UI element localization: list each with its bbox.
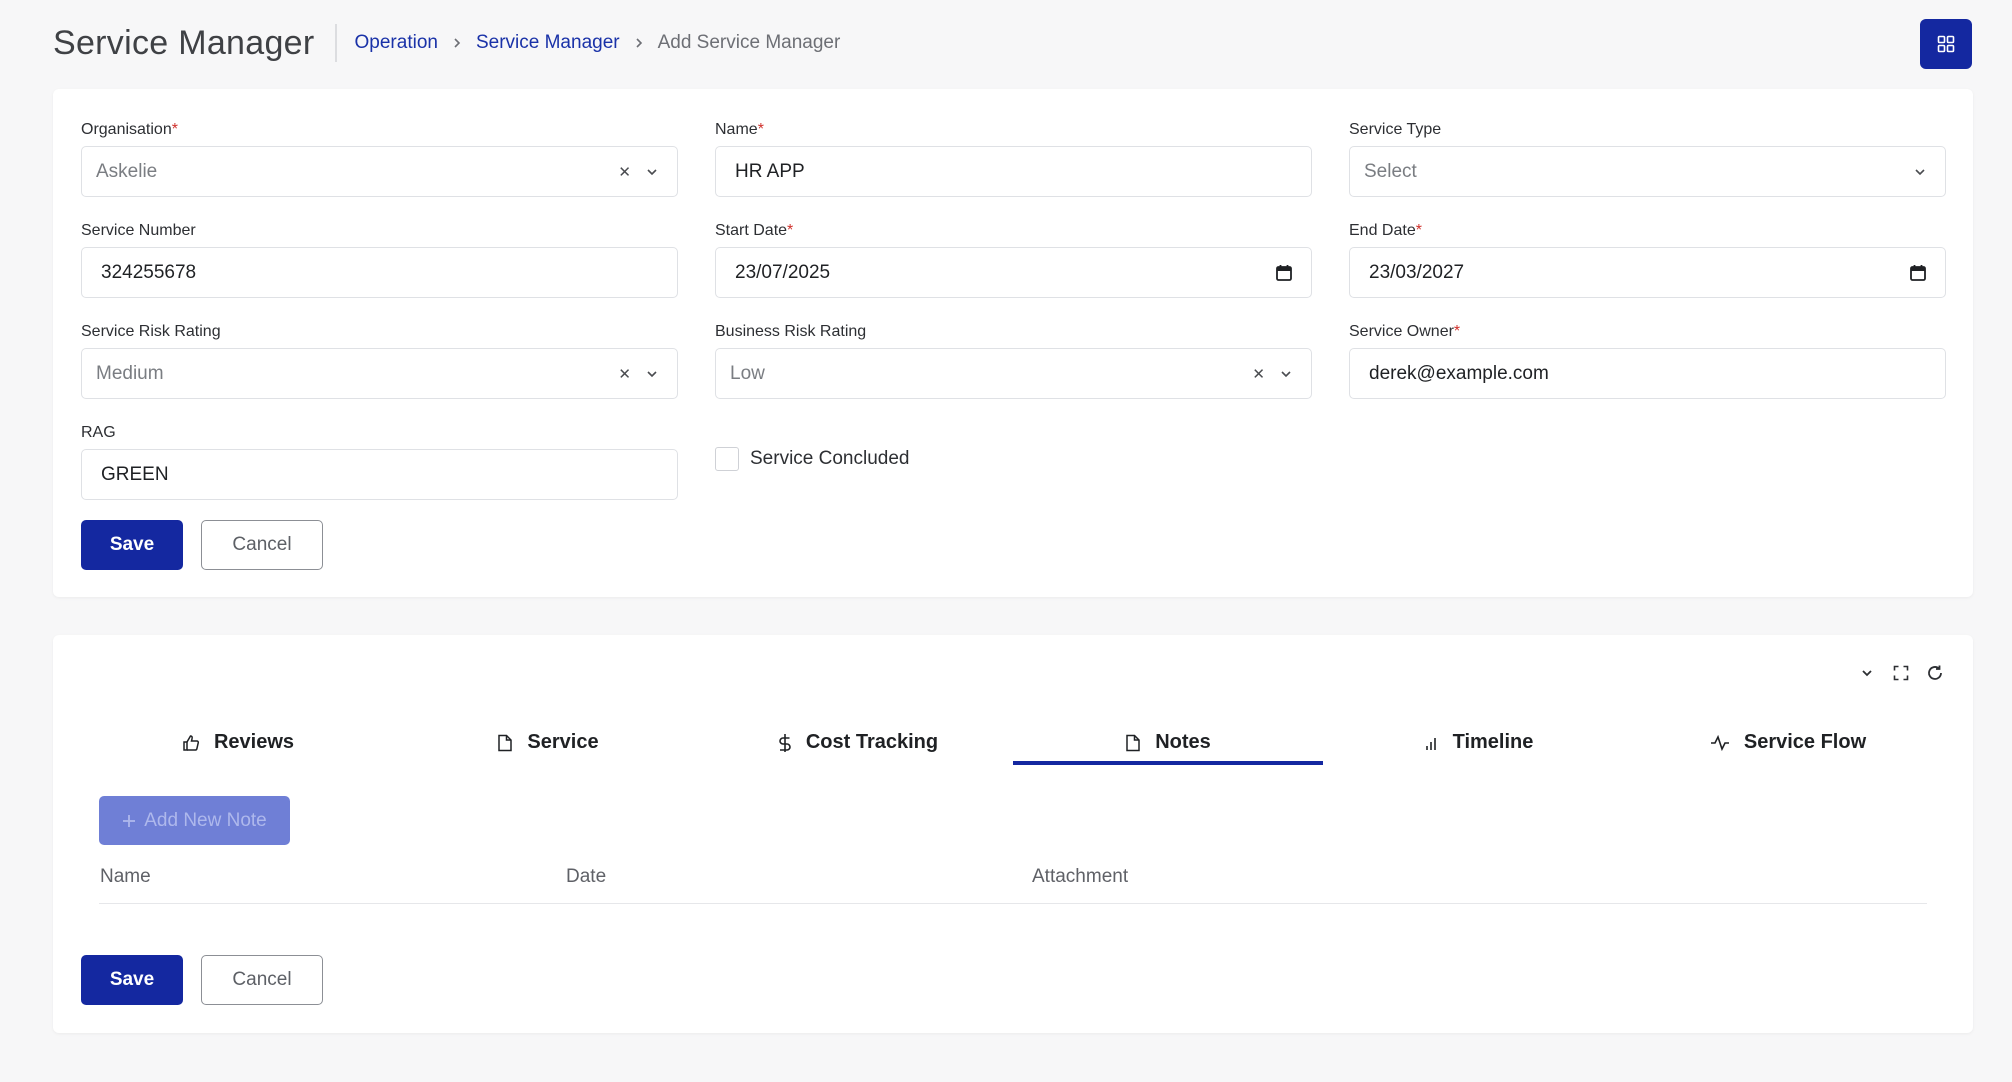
clear-icon[interactable]: ✕ xyxy=(618,365,631,383)
activity-icon xyxy=(1710,734,1729,751)
thumbs-up-icon xyxy=(183,734,199,751)
start-date-value: 23/07/2025 xyxy=(735,261,831,283)
chevron-down-icon xyxy=(1281,370,1291,377)
service-concluded-checkbox[interactable] xyxy=(715,447,739,471)
page-header: Service Manager Operation Service Manage… xyxy=(53,14,1972,72)
service-concluded-label: Service Concluded xyxy=(750,448,910,469)
tab-notes-label: Notes xyxy=(1155,731,1211,753)
service-type-field: Service Type Select xyxy=(1349,121,1946,197)
organisation-select[interactable]: Askelie ✕ xyxy=(81,146,678,197)
tab-service-label: Service xyxy=(527,731,599,753)
end-date-field: End Date* 23/03/2027 xyxy=(1349,222,1946,298)
details-tabs-card: Reviews Service Cost Tracking Notes Time… xyxy=(53,635,1973,1033)
add-new-note-label: Add New Note xyxy=(144,809,267,831)
page-title: Service Manager xyxy=(53,23,315,62)
apps-grid-button[interactable] xyxy=(1920,19,1972,69)
start-date-input[interactable]: 23/07/2025 xyxy=(715,247,1312,298)
chevron-right-icon xyxy=(634,37,644,49)
tab-reviews-label: Reviews xyxy=(213,731,295,753)
service-type-placeholder: Select xyxy=(1364,160,1417,182)
clear-icon[interactable]: ✕ xyxy=(1252,365,1265,383)
chevron-down-icon[interactable] xyxy=(1857,663,1877,683)
calendar-icon[interactable] xyxy=(1275,264,1293,282)
notes-table-header: Name Date Attachment xyxy=(99,850,1927,904)
chevron-down-icon xyxy=(1915,168,1925,175)
service-risk-rating-value: Medium xyxy=(96,362,164,384)
column-header-attachment: Attachment xyxy=(1032,865,1129,887)
breadcrumb: Operation Service Manager Add Service Ma… xyxy=(355,32,841,54)
breadcrumb-add-service-manager: Add Service Manager xyxy=(657,32,841,53)
name-input[interactable]: HR APP xyxy=(715,146,1312,197)
tab-cost-tracking[interactable]: Cost Tracking xyxy=(703,720,1013,765)
service-number-label: Service Number xyxy=(81,222,196,239)
refresh-icon[interactable] xyxy=(1925,663,1945,683)
service-owner-value: derek@example.com xyxy=(1369,362,1549,384)
file-icon xyxy=(1126,734,1140,751)
service-form-card: Organisation* Askelie ✕ Name* HR APP Ser… xyxy=(53,89,1973,597)
rag-field: RAG GREEN xyxy=(81,424,678,500)
tab-bar: Reviews Service Cost Tracking Notes Time… xyxy=(83,720,1943,765)
service-number-input[interactable]: 324255678 xyxy=(81,247,678,298)
service-risk-rating-label: Service Risk Rating xyxy=(81,323,221,340)
bar-chart-icon xyxy=(1425,737,1436,750)
card-toolbar xyxy=(1857,663,1945,683)
breadcrumb-operation[interactable]: Operation xyxy=(355,32,438,54)
file-icon xyxy=(498,734,513,751)
cancel-button[interactable]: Cancel xyxy=(201,955,323,1005)
service-concluded-row: Service Concluded xyxy=(715,447,909,471)
service-risk-rating-field: Service Risk Rating Medium ✕ xyxy=(81,323,678,399)
add-new-note-button[interactable]: Add New Note xyxy=(99,796,290,845)
save-button[interactable]: Save xyxy=(81,955,183,1005)
dollar-icon xyxy=(779,733,791,752)
tab-cost-tracking-label: Cost Tracking xyxy=(805,731,939,753)
rag-label: RAG xyxy=(81,424,116,441)
breadcrumb-service-manager[interactable]: Service Manager xyxy=(476,32,620,54)
organisation-label: Organisation* xyxy=(81,121,178,138)
tab-timeline-label: Timeline xyxy=(1452,731,1534,753)
business-risk-rating-value: Low xyxy=(730,362,765,384)
column-header-date: Date xyxy=(566,865,607,887)
name-label: Name* xyxy=(715,121,764,138)
clear-icon[interactable]: ✕ xyxy=(618,163,631,181)
service-owner-field: Service Owner* derek@example.com xyxy=(1349,323,1946,399)
tab-service[interactable]: Service xyxy=(393,720,703,765)
service-type-label: Service Type xyxy=(1349,121,1442,138)
start-date-label: Start Date* xyxy=(715,222,794,239)
service-owner-input[interactable]: derek@example.com xyxy=(1349,348,1946,399)
start-date-field: Start Date* 23/07/2025 xyxy=(715,222,1312,298)
column-header-name: Name xyxy=(100,865,151,887)
cancel-button[interactable]: Cancel xyxy=(201,520,323,570)
save-button[interactable]: Save xyxy=(81,520,183,570)
business-risk-rating-label: Business Risk Rating xyxy=(715,323,867,340)
calendar-icon[interactable] xyxy=(1909,264,1927,282)
service-type-select[interactable]: Select xyxy=(1349,146,1946,197)
rag-input[interactable]: GREEN xyxy=(81,449,678,500)
organisation-field: Organisation* Askelie ✕ xyxy=(81,121,678,197)
service-number-field: Service Number 324255678 xyxy=(81,222,678,298)
tab-reviews[interactable]: Reviews xyxy=(83,720,393,765)
business-risk-rating-field: Business Risk Rating Low ✕ xyxy=(715,323,1312,399)
chevron-down-icon xyxy=(647,168,657,175)
service-owner-label: Service Owner* xyxy=(1349,323,1461,340)
chevron-down-icon xyxy=(647,370,657,377)
name-value: HR APP xyxy=(735,160,805,182)
name-field: Name* HR APP xyxy=(715,121,1312,197)
organisation-value: Askelie xyxy=(96,160,158,182)
fullscreen-icon[interactable] xyxy=(1891,663,1911,683)
title-divider xyxy=(334,24,337,62)
chevron-right-icon xyxy=(452,37,462,49)
tab-timeline[interactable]: Timeline xyxy=(1323,720,1633,765)
end-date-input[interactable]: 23/03/2027 xyxy=(1349,247,1946,298)
service-risk-rating-select[interactable]: Medium ✕ xyxy=(81,348,678,399)
service-number-value: 324255678 xyxy=(101,261,197,283)
grid-icon xyxy=(1937,35,1955,53)
end-date-value: 23/03/2027 xyxy=(1369,261,1465,283)
tab-service-flow-label: Service Flow xyxy=(1743,731,1867,753)
tab-notes[interactable]: Notes xyxy=(1013,720,1323,765)
plus-icon xyxy=(123,814,136,827)
rag-value: GREEN xyxy=(101,463,169,485)
end-date-label: End Date* xyxy=(1349,222,1422,239)
business-risk-rating-select[interactable]: Low ✕ xyxy=(715,348,1312,399)
tab-service-flow[interactable]: Service Flow xyxy=(1633,720,1943,765)
